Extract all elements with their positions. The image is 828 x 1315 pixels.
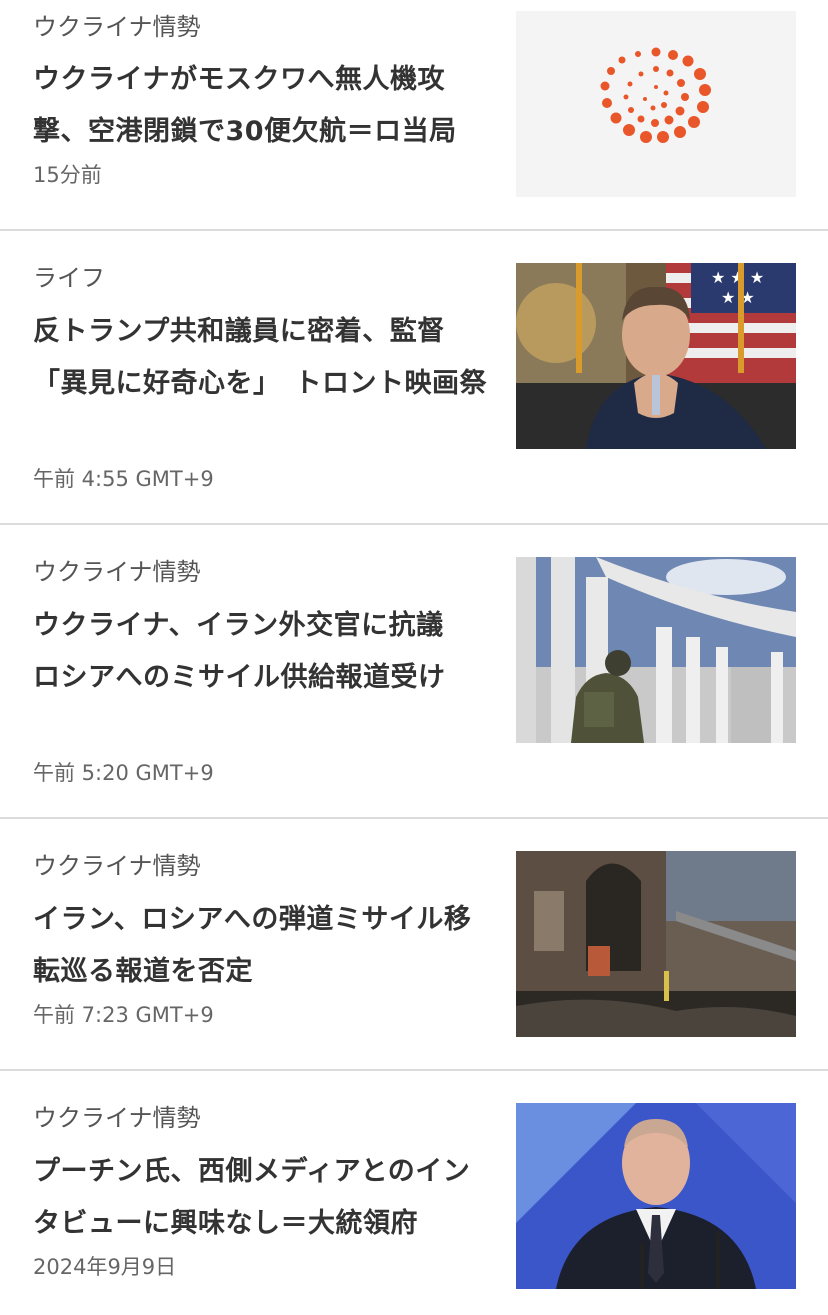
story-timestamp: 2024年9月9日 [33, 1255, 177, 1279]
story-headline[interactable]: ウクライナ、イラン外交官に抗議 ロシアへのミサイル供給報道受け [33, 600, 493, 704]
story-timestamp: 午前 5:20 GMT+9 [33, 761, 214, 785]
damaged-building-thumbnail[interactable] [516, 851, 796, 1037]
putin-thumbnail[interactable] [516, 1103, 796, 1289]
story-item[interactable]: ウクライナ情勢 ウクライナがモスクワへ無人機攻撃、空港閉鎖で30便欠航＝ロ当局 … [0, 0, 828, 230]
story-headline[interactable]: ウクライナがモスクワへ無人機攻撃、空港閉鎖で30便欠航＝ロ当局 [33, 54, 493, 158]
reuters-logo-thumbnail[interactable] [516, 11, 796, 197]
colonnade-thumbnail[interactable] [516, 557, 796, 743]
putin-speaking-photo-icon [516, 1103, 796, 1289]
man-in-suit-thumbnail[interactable]: ★ ★ ★ ★ ★ [516, 263, 796, 449]
story-item[interactable]: ウクライナ情勢 イラン、ロシアへの弾道ミサイル移転巡る報道を否定 午前 7:23… [0, 819, 828, 1069]
story-item[interactable]: ライフ 反トランプ共和議員に密着、監督「異見に好奇心を」 トロント映画祭 午前 … [0, 231, 828, 523]
svg-text:★ ★ ★: ★ ★ ★ [711, 268, 764, 287]
story-timestamp: 午前 4:55 GMT+9 [33, 467, 214, 491]
story-category[interactable]: ウクライナ情勢 [33, 851, 201, 881]
story-timestamp: 15分前 [33, 163, 102, 187]
story-category[interactable]: ライフ [33, 263, 105, 293]
story-category[interactable]: ウクライナ情勢 [33, 557, 201, 587]
svg-text:★ ★: ★ ★ [721, 288, 755, 307]
story-item[interactable]: ウクライナ情勢 プーチン氏、西側メディアとのインタビューに興味なし＝大統領府 2… [0, 1071, 828, 1315]
damaged-building-photo-icon [516, 851, 796, 1037]
man-in-suit-photo-icon: ★ ★ ★ ★ ★ [516, 263, 796, 449]
story-headline[interactable]: イラン、ロシアへの弾道ミサイル移転巡る報道を否定 [33, 894, 493, 998]
story-category[interactable]: ウクライナ情勢 [33, 1103, 201, 1133]
reuters-logo-icon [600, 47, 711, 143]
soldier-at-colonnade-photo-icon [516, 557, 796, 743]
story-item[interactable]: ウクライナ情勢 ウクライナ、イラン外交官に抗議 ロシアへのミサイル供給報道受け … [0, 525, 828, 817]
story-category[interactable]: ウクライナ情勢 [33, 12, 201, 42]
story-headline[interactable]: 反トランプ共和議員に密着、監督「異見に好奇心を」 トロント映画祭 [33, 306, 493, 410]
story-headline[interactable]: プーチン氏、西側メディアとのインタビューに興味なし＝大統領府 [33, 1146, 493, 1250]
story-timestamp: 午前 7:23 GMT+9 [33, 1003, 214, 1027]
